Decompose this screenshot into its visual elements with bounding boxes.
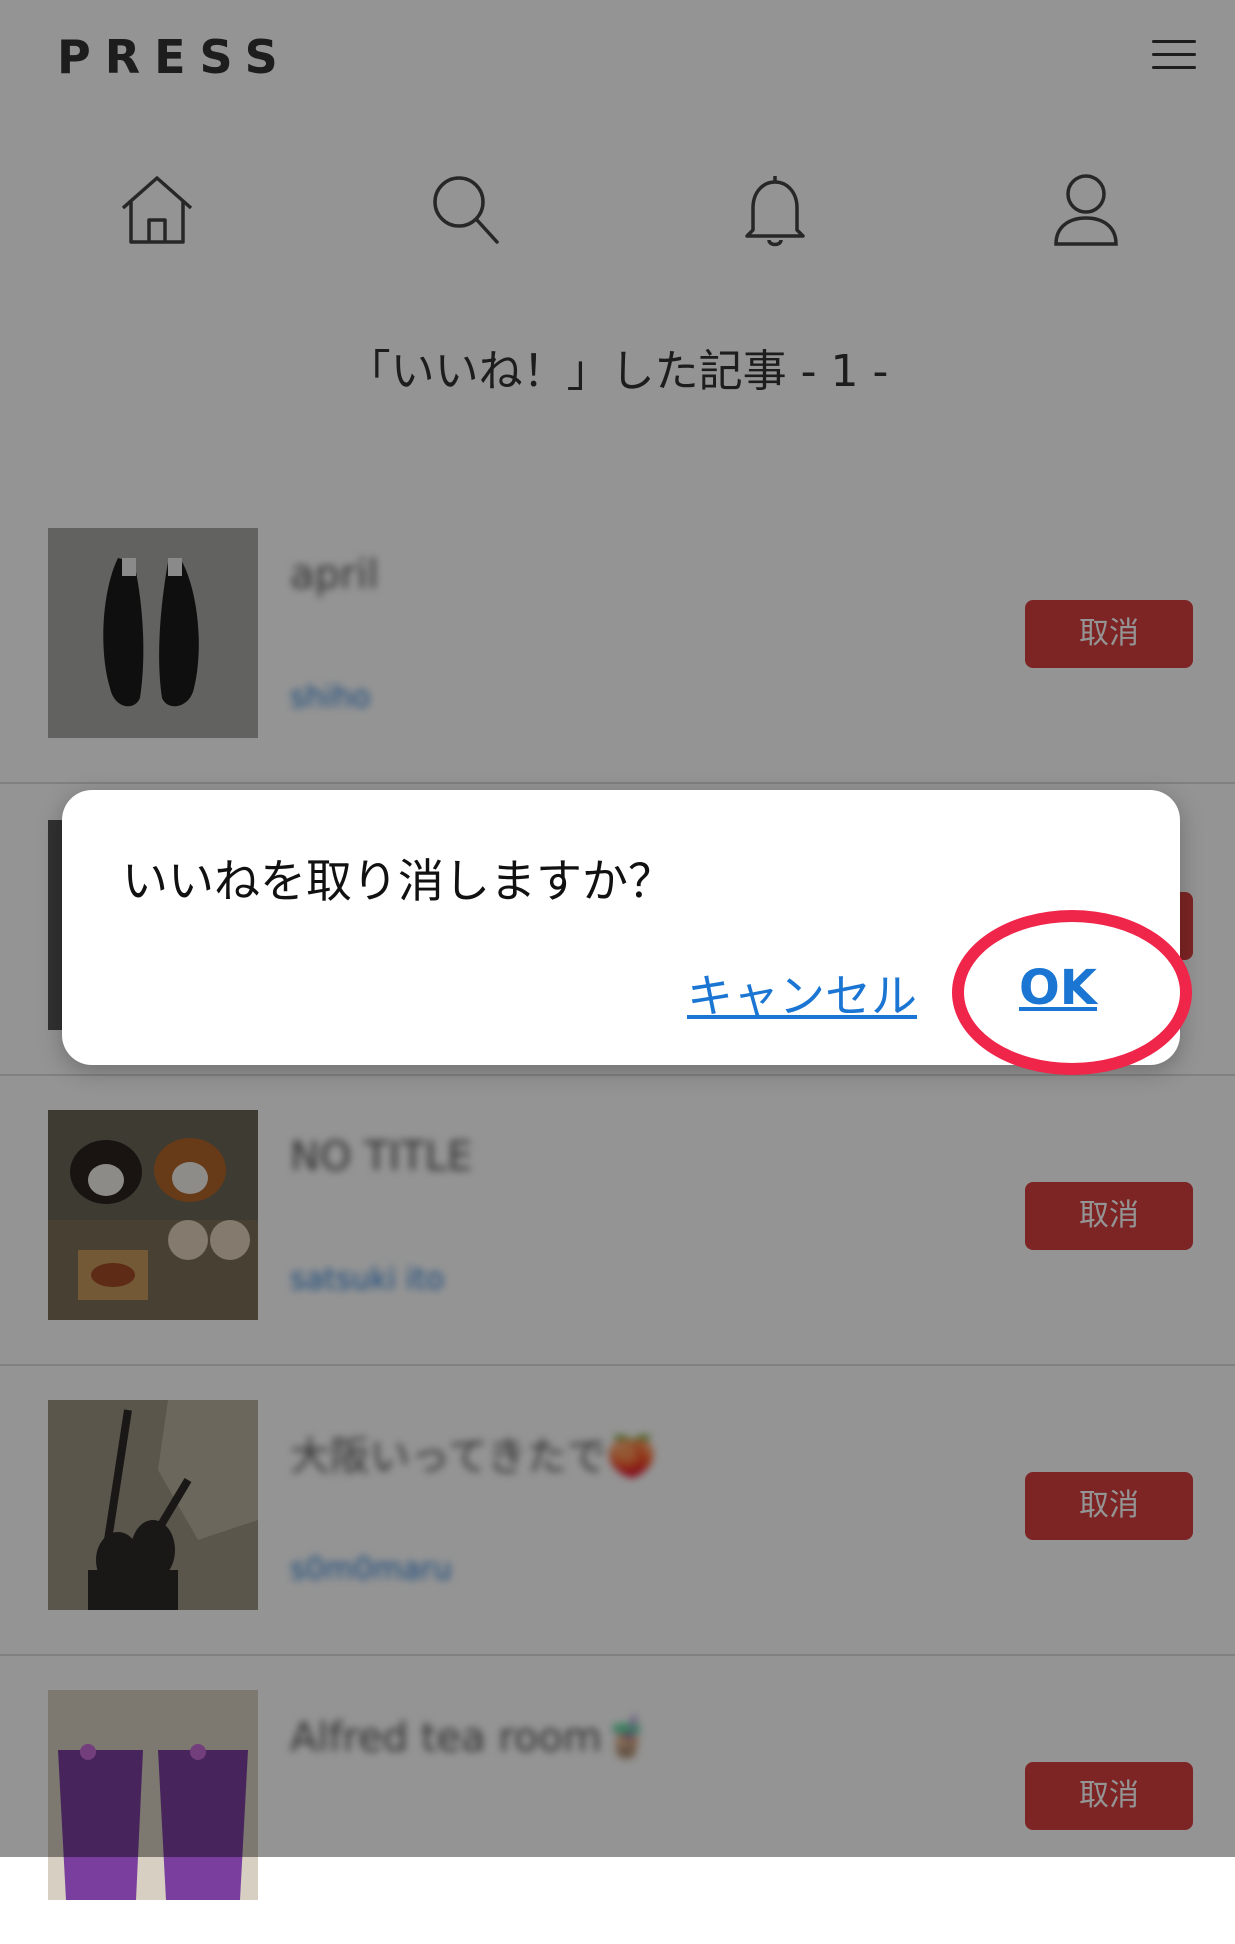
dialog-cancel-button[interactable]: キャンセル [687,960,917,1026]
ok-highlight-circle [952,910,1192,1075]
dialog-message: いいねを取り消しますか？ [122,854,674,908]
